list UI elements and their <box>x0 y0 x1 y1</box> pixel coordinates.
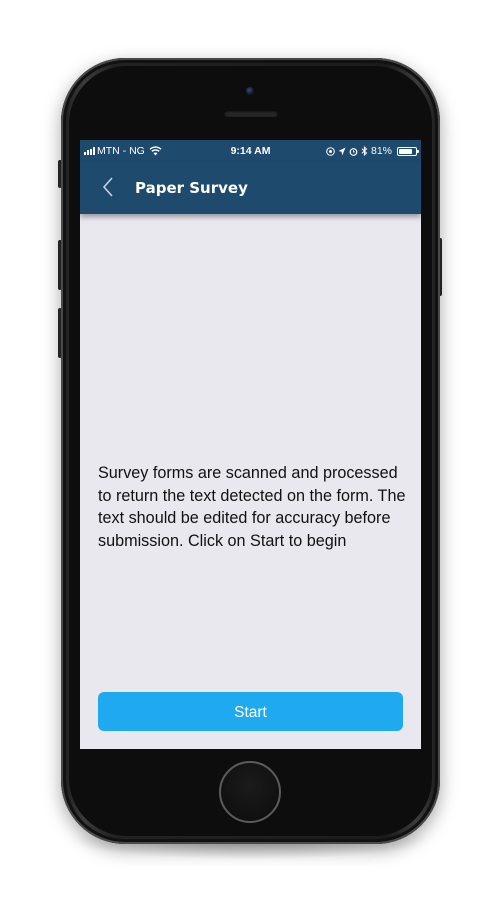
back-button[interactable] <box>98 174 122 200</box>
at-icon <box>326 146 335 156</box>
location-icon <box>338 147 346 155</box>
bluetooth-icon <box>361 146 368 156</box>
device-mockup: MTN - NG 9:14 AM 81% Paper Survey Survey… <box>0 0 501 902</box>
battery-icon <box>397 146 419 156</box>
chevron-left-icon <box>102 177 113 197</box>
status-right: 81% <box>326 140 419 162</box>
front-camera <box>246 87 254 95</box>
start-button[interactable]: Start <box>98 692 403 731</box>
home-button[interactable] <box>219 761 281 823</box>
instructions-text: Survey forms are scanned and processed t… <box>98 464 406 550</box>
battery-fill <box>399 148 412 154</box>
battery-percent: 81% <box>370 145 392 157</box>
app-screen: MTN - NG 9:14 AM 81% Paper Survey Survey… <box>80 140 421 749</box>
status-bar: MTN - NG 9:14 AM 81% <box>80 140 421 162</box>
navigation-bar: Paper Survey <box>80 162 421 214</box>
alarm-icon <box>349 147 358 156</box>
earpiece-speaker <box>224 110 278 117</box>
page-title: Paper Survey <box>135 179 248 197</box>
